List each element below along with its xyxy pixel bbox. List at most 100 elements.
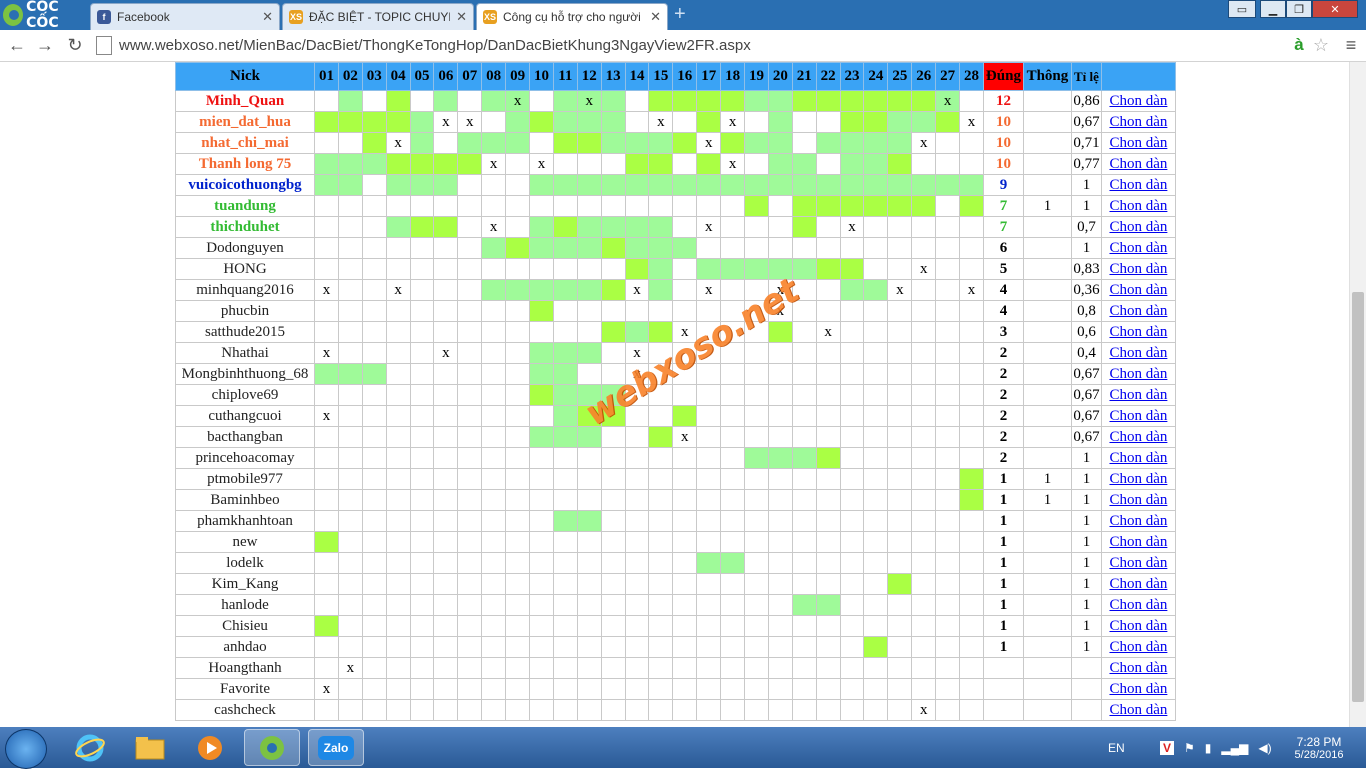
signal-icon[interactable]: ▂▄▆ <box>1221 741 1248 755</box>
menu-icon[interactable]: ≡ <box>1340 34 1362 56</box>
chon-dan-link[interactable]: Chon dàn <box>1100 468 1176 490</box>
day-cell <box>648 594 674 616</box>
chon-dan-link[interactable]: Chon dàn <box>1100 678 1176 700</box>
tab-close-icon[interactable]: ✕ <box>262 9 273 25</box>
tab-dac-biet-topic[interactable]: XS ĐẶC BIỆT - TOPIC CHUYÊN ✕ <box>282 3 474 30</box>
chon-dan-link[interactable]: Chon dàn <box>1100 573 1176 595</box>
unikey-icon[interactable]: V <box>1160 740 1175 755</box>
chon-dan-link[interactable]: Chon dàn <box>1100 405 1176 427</box>
coccoc-logo-icon <box>3 4 24 26</box>
internet-explorer-icon[interactable] <box>62 729 118 766</box>
day-cell <box>409 405 435 427</box>
chon-dan-link[interactable]: Chon dàn <box>1100 489 1176 511</box>
coccoc-taskbar-icon[interactable] <box>244 729 300 766</box>
tab-close-icon[interactable]: ✕ <box>456 9 467 25</box>
media-player-icon[interactable] <box>182 729 238 766</box>
table-row: phamkhanhtoan 1 1 Chon dàn <box>175 510 1176 532</box>
back-icon[interactable]: ← <box>6 34 28 56</box>
volume-icon[interactable]: ◀) <box>1258 741 1271 755</box>
day-cell <box>935 153 961 175</box>
day-cell <box>314 153 339 175</box>
chon-dan-link[interactable]: Chon dàn <box>1100 258 1176 280</box>
chon-dan-link[interactable]: Chon dàn <box>1100 321 1176 343</box>
vertical-scrollbar[interactable] <box>1349 62 1366 727</box>
minimize-button[interactable]: ▁ <box>1260 0 1286 18</box>
day-cell <box>552 174 578 196</box>
day-cell <box>552 237 578 259</box>
chon-dan-link[interactable]: Chon dàn <box>1100 90 1176 112</box>
tab-facebook[interactable]: f Facebook ✕ <box>90 3 280 30</box>
chon-dan-link[interactable]: Chon dàn <box>1100 132 1176 154</box>
bookmark-star-icon[interactable]: ☆ <box>1310 34 1332 56</box>
user-icon[interactable]: ▭ <box>1228 0 1256 18</box>
day-cell <box>457 153 483 175</box>
chon-dan-link[interactable]: Chon dàn <box>1100 279 1176 301</box>
language-indicator[interactable]: EN <box>1108 727 1125 768</box>
nick-cell: cuthangcuoi <box>175 405 315 427</box>
chon-dan-link[interactable]: Chon dàn <box>1100 111 1176 133</box>
scrollbar-thumb[interactable] <box>1352 292 1364 702</box>
table-row: vuicoicothuongbg 9 1 Chon dàn <box>175 174 1176 196</box>
chon-dan-link[interactable]: Chon dàn <box>1100 237 1176 259</box>
day-cell <box>744 426 769 448</box>
day-cell <box>361 699 387 721</box>
chon-dan-link[interactable]: Chon dàn <box>1100 300 1176 322</box>
tab-close-icon[interactable]: ✕ <box>650 9 661 25</box>
day-cell <box>409 279 435 301</box>
chon-dan-link[interactable]: Chon dàn <box>1100 363 1176 385</box>
day-cell <box>600 258 626 280</box>
day-cell <box>481 342 507 364</box>
day-cell <box>337 195 363 217</box>
day-cell <box>744 699 769 721</box>
battery-icon[interactable]: ▮ <box>1205 741 1212 755</box>
thong-cell <box>1022 615 1072 637</box>
translate-icon[interactable]: à <box>1288 34 1310 56</box>
chon-dan-link[interactable]: Chon dàn <box>1100 531 1176 553</box>
chon-dan-link[interactable]: Chon dàn <box>1100 153 1176 175</box>
chon-dan-link[interactable]: Chon dàn <box>1100 636 1176 658</box>
reload-icon[interactable]: ↻ <box>64 34 86 56</box>
chon-dan-link[interactable]: Chon dàn <box>1100 447 1176 469</box>
day-cell <box>696 531 722 553</box>
day-cell <box>624 384 650 406</box>
chon-dan-link[interactable]: Chon dàn <box>1100 342 1176 364</box>
day-cell <box>935 132 961 154</box>
dung-cell: 10 <box>982 111 1024 133</box>
zalo-taskbar-icon[interactable]: Zalo <box>308 729 364 766</box>
day-cell: x <box>720 153 746 175</box>
day-cell <box>505 531 531 553</box>
new-tab-button[interactable]: + <box>674 4 686 24</box>
day-cell <box>815 468 841 490</box>
chon-dan-link[interactable]: Chon dàn <box>1100 174 1176 196</box>
chon-dan-link[interactable]: Chon dàn <box>1100 384 1176 406</box>
clock[interactable]: 7:28 PM 5/28/2016 <box>1286 727 1352 768</box>
chon-dan-link[interactable]: Chon dàn <box>1100 552 1176 574</box>
flag-icon[interactable]: ⚑ <box>1184 741 1195 755</box>
start-button[interactable] <box>5 729 47 769</box>
tab-cong-cu-ho-tro[interactable]: XS Công cụ hỗ trợ cho người ✕ <box>476 3 668 30</box>
day-cell <box>552 321 578 343</box>
chon-dan-link[interactable]: Chon dàn <box>1100 594 1176 616</box>
day-cell <box>409 699 435 721</box>
day-cell: x <box>505 90 531 112</box>
day-cell <box>457 678 483 700</box>
chon-dan-link[interactable]: Chon dàn <box>1100 657 1176 679</box>
chon-dan-link[interactable]: Chon dàn <box>1100 699 1176 721</box>
day-cell <box>409 132 435 154</box>
chon-dan-link[interactable]: Chon dàn <box>1100 195 1176 217</box>
forward-icon[interactable]: → <box>34 34 56 56</box>
day-cell <box>576 384 602 406</box>
chon-dan-link[interactable]: Chon dàn <box>1100 615 1176 637</box>
day-cell <box>361 90 387 112</box>
file-explorer-icon[interactable] <box>122 729 178 766</box>
day-cell <box>720 447 746 469</box>
chon-dan-link[interactable]: Chon dàn <box>1100 426 1176 448</box>
coccoc-logo[interactable]: CỐC CỐC <box>0 0 90 31</box>
url-field[interactable]: www.webxoso.net/MienBac/DacBiet/ThongKeT… <box>96 32 1336 58</box>
day-cell <box>314 552 339 574</box>
maximize-button[interactable]: ❐ <box>1286 0 1312 18</box>
chon-dan-link[interactable]: Chon dàn <box>1100 216 1176 238</box>
close-button[interactable]: ✕ <box>1312 0 1358 18</box>
chon-dan-link[interactable]: Chon dàn <box>1100 510 1176 532</box>
day-cell <box>911 237 937 259</box>
